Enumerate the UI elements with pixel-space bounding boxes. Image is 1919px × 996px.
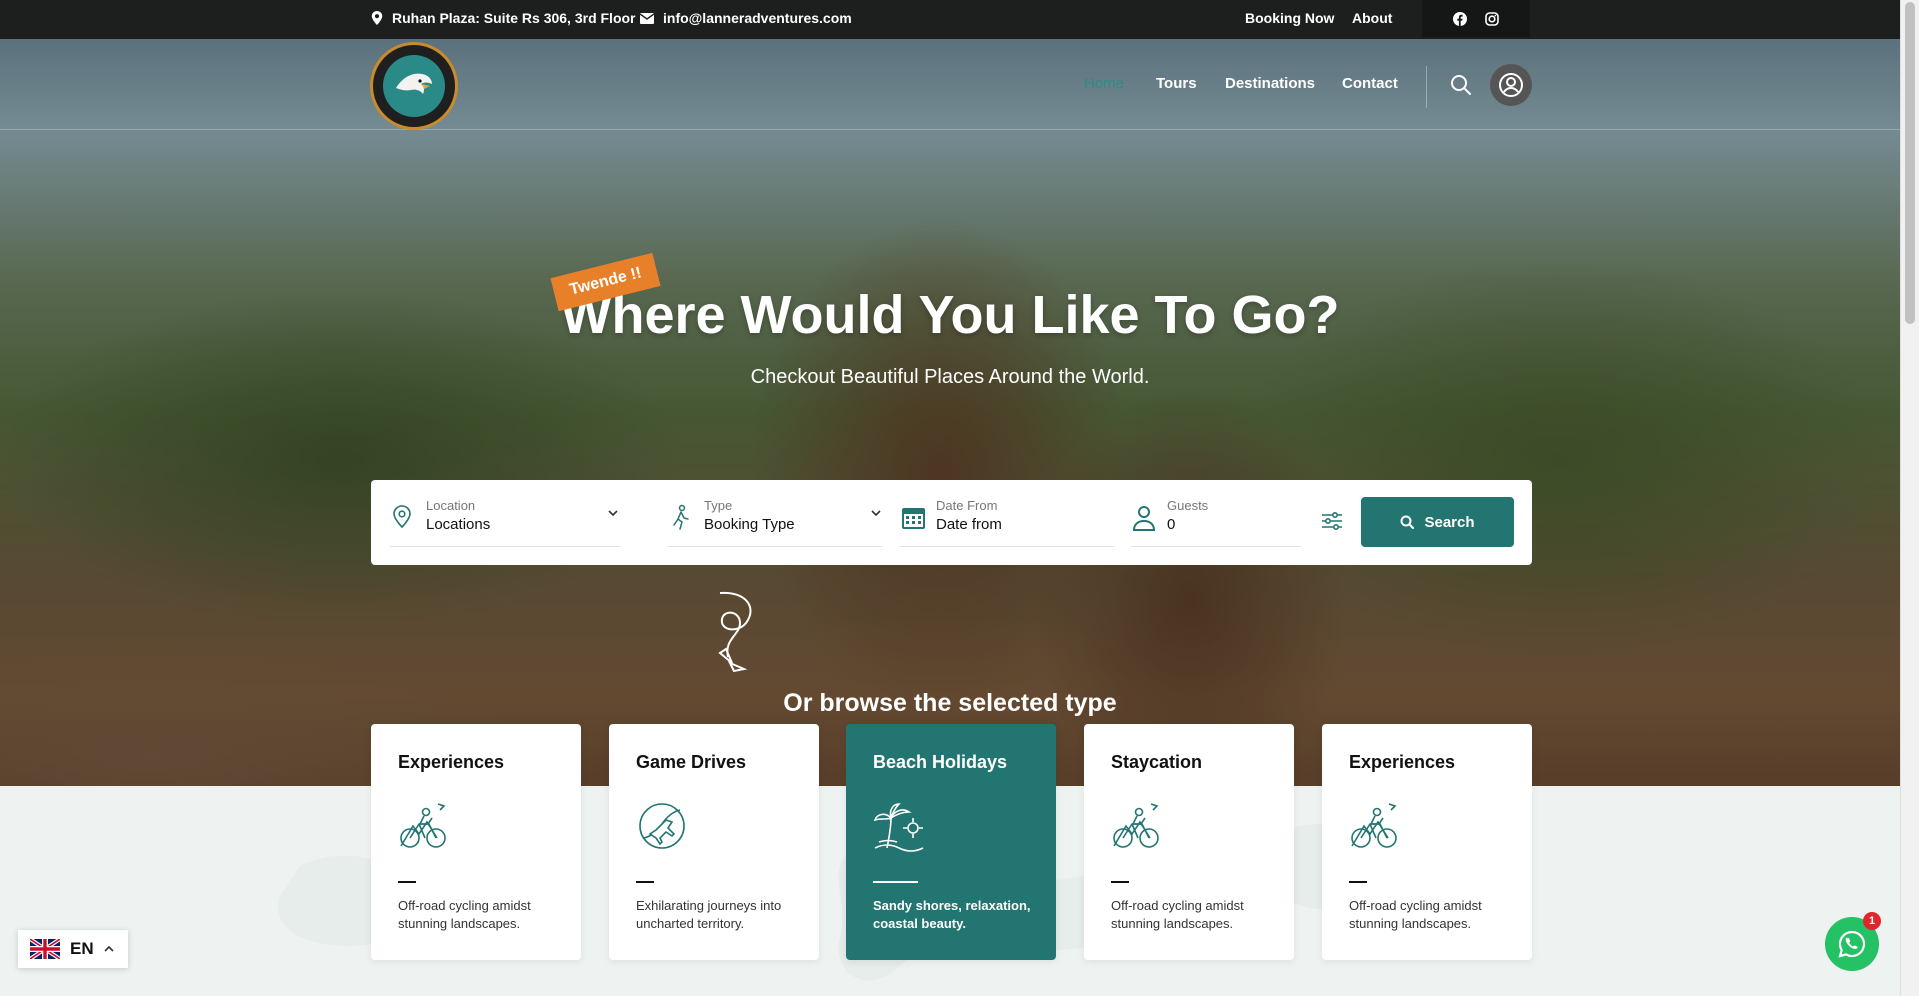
chevron-up-icon — [104, 945, 114, 952]
nav-divider — [1426, 66, 1427, 108]
hero-section: Home Tours Destinations Contact Twende !… — [0, 39, 1900, 786]
card-title: Staycation — [1111, 752, 1203, 772]
calendar-icon — [902, 508, 925, 529]
category-card-active[interactable]: Beach Holidays Sandy shores, relaxation,… — [846, 724, 1056, 960]
location-pin-icon — [393, 505, 411, 529]
search-form: Location Locations Type Booking Type Dat… — [371, 480, 1532, 565]
date-value: Date from — [936, 516, 1002, 533]
nav-tours[interactable]: Tours — [1156, 75, 1197, 92]
search-button-label: Search — [1424, 513, 1475, 531]
card-title: Game Drives — [636, 752, 747, 772]
uk-flag-icon — [30, 939, 60, 959]
filter-sliders-icon[interactable] — [1321, 510, 1343, 532]
facebook-icon[interactable] — [1453, 11, 1467, 26]
globe-plane-icon — [639, 803, 685, 849]
date-label: Date From — [936, 498, 998, 513]
chevron-down-icon — [608, 510, 618, 517]
logo-emblem — [383, 55, 445, 117]
type-label: Type — [704, 498, 733, 513]
category-card[interactable]: Experiences Off-road cycling amidst stun… — [371, 724, 581, 960]
category-card[interactable]: Game Drives Exhilarating journeys into u… — [609, 724, 819, 960]
hero-subtitle: Checkout Beautiful Places Around the Wor… — [750, 366, 1150, 388]
search-icon[interactable] — [1450, 74, 1472, 96]
card-divider — [873, 881, 918, 883]
guests-value: 0 — [1167, 516, 1176, 533]
map-pin-icon — [371, 11, 383, 25]
whatsapp-icon — [1838, 930, 1866, 958]
social-links — [1422, 0, 1530, 37]
guests-field[interactable]: Guests 0 — [1131, 496, 1301, 547]
card-divider — [1111, 881, 1129, 883]
card-description: Off-road cycling amidst stunning landsca… — [1111, 898, 1244, 931]
chevron-down-icon — [871, 510, 881, 517]
notification-badge: 1 — [1863, 912, 1881, 930]
card-description: Exhilarating journeys into uncharted ter… — [636, 898, 782, 931]
browse-title: Or browse the selected type — [783, 689, 1117, 717]
location-label: Location — [426, 498, 476, 513]
type-field[interactable]: Type Booking Type — [668, 496, 883, 547]
user-icon — [1499, 73, 1523, 97]
date-field[interactable]: Date From Date from — [900, 496, 1115, 547]
top-bar: Ruhan Plaza: Suite Rs 306, 3rd Floor inf… — [0, 0, 1900, 39]
nav-contact[interactable]: Contact — [1342, 75, 1398, 92]
location-field[interactable]: Location Locations — [390, 496, 620, 547]
scrollbar-thumb[interactable] — [1905, 2, 1915, 324]
account-button[interactable] — [1490, 64, 1532, 106]
location-value: Locations — [426, 516, 491, 533]
card-description: Off-road cycling amidst stunning landsca… — [398, 898, 531, 931]
booking-now-link[interactable]: Booking Now — [1245, 10, 1334, 26]
category-card[interactable]: Staycation Off-road cycling amidst stunn… — [1084, 724, 1294, 960]
card-divider — [636, 881, 654, 883]
search-icon — [1400, 515, 1415, 529]
email-text[interactable]: info@lanneradventures.com — [663, 10, 852, 26]
scrollbar[interactable] — [1900, 0, 1919, 996]
mail-icon — [640, 12, 654, 24]
site-logo[interactable] — [370, 42, 458, 130]
email-item[interactable]: info@lanneradventures.com — [640, 10, 852, 26]
instagram-icon[interactable] — [1485, 11, 1499, 26]
nav-destinations[interactable]: Destinations — [1225, 75, 1315, 92]
guests-label: Guests — [1167, 498, 1209, 513]
cycling-icon — [1351, 803, 1397, 848]
address-text: Ruhan Plaza: Suite Rs 306, 3rd Floor — [392, 10, 636, 26]
card-title: Experiences — [1349, 752, 1456, 772]
cycling-icon — [400, 803, 446, 848]
person-icon — [1132, 506, 1156, 531]
cycling-icon — [1113, 803, 1159, 848]
nav-home[interactable]: Home — [1084, 75, 1124, 92]
card-title: Experiences — [398, 752, 505, 772]
card-description: Off-road cycling amidst stunning landsca… — [1349, 898, 1482, 931]
hero-title: Where Would You Like To Go? — [560, 285, 1340, 345]
hiker-icon — [673, 504, 689, 530]
card-title: Beach Holidays — [873, 752, 1008, 772]
card-divider — [398, 881, 416, 883]
address-item: Ruhan Plaza: Suite Rs 306, 3rd Floor — [371, 10, 636, 26]
eagle-icon — [396, 73, 432, 94]
card-description: Sandy shores, relaxation, coastal beauty… — [873, 898, 1031, 931]
search-button[interactable]: Search — [1361, 497, 1514, 547]
language-code: EN — [70, 939, 94, 958]
card-divider — [1349, 881, 1367, 883]
beach-icon — [873, 803, 924, 852]
language-switcher[interactable]: EN — [18, 930, 128, 968]
swirl-arrow-icon — [718, 591, 752, 673]
category-card[interactable]: Experiences Off-road cycling amidst stun… — [1322, 724, 1532, 960]
about-link[interactable]: About — [1352, 10, 1392, 26]
type-value: Booking Type — [704, 516, 795, 533]
header-divider — [0, 129, 1900, 130]
